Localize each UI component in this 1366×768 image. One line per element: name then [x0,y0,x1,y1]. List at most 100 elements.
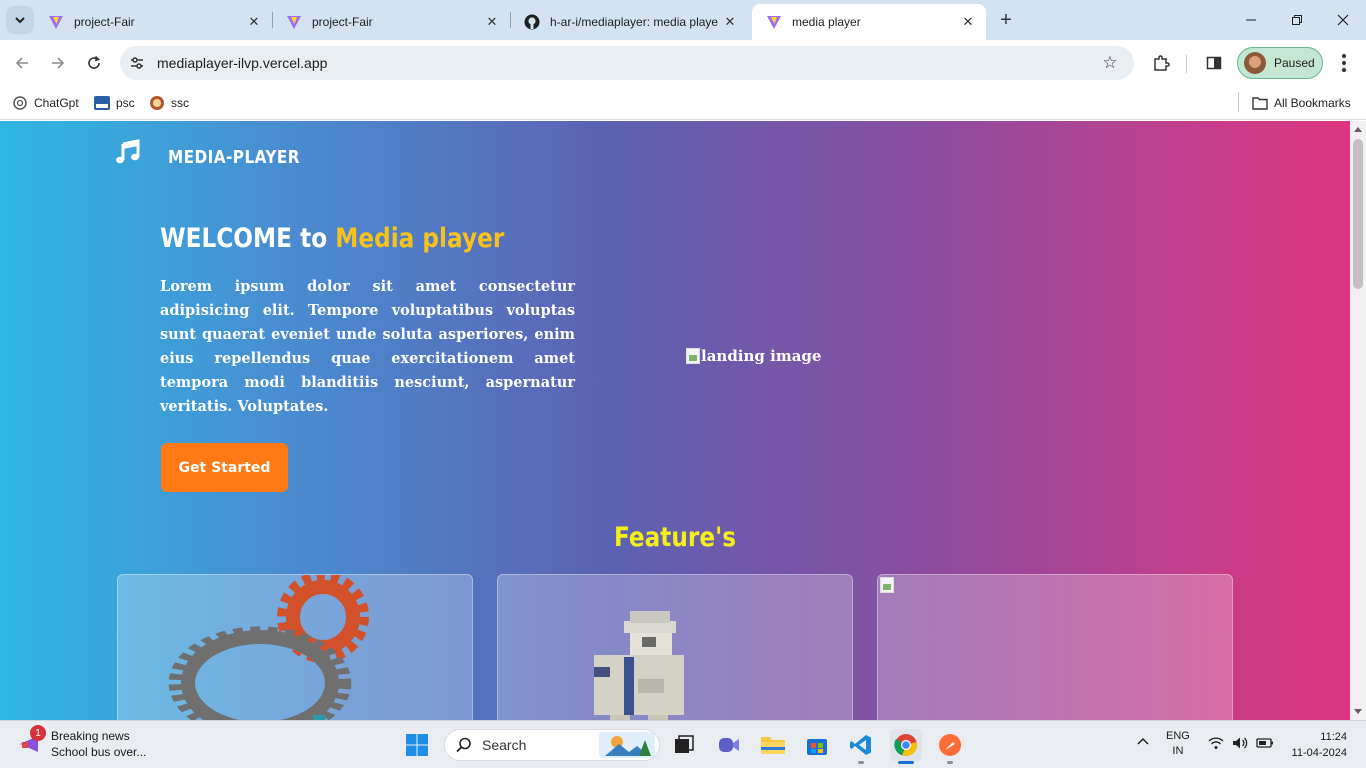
folder-icon [1252,95,1268,111]
toolbar-divider [1186,55,1187,73]
feature-card-1[interactable] [117,574,473,720]
site-settings-icon[interactable] [126,52,148,74]
tab-1[interactable]: project-Fair ✕ [34,4,272,40]
landing-image: landing image [686,347,821,365]
page-scrollbar[interactable] [1350,121,1366,720]
minimize-button[interactable] [1228,0,1274,40]
chevron-down-icon [15,17,25,24]
postman-icon [939,734,961,756]
extensions-icon[interactable] [1149,51,1173,75]
music-note-icon[interactable] [114,138,142,166]
tab-title: project-Fair [312,15,373,29]
feature-card-2[interactable] [497,574,853,720]
tab-3[interactable]: h-ar-i/mediaplayer: media playe ✕ [510,4,748,40]
bookmark-psc[interactable]: psc [94,92,135,114]
taskbar-search[interactable]: Search [444,729,660,761]
side-panel-icon[interactable] [1202,51,1226,75]
vscode-button[interactable] [845,729,877,761]
page-viewport: MEDIA-PLAYER WELCOME to Media player Lor… [0,121,1350,720]
store-icon [807,739,827,755]
close-icon[interactable]: ✕ [722,14,738,30]
search-icon [456,737,471,753]
clock-date: 11-04-2024 [1291,747,1347,759]
browser-menu-icon[interactable] [1332,51,1356,75]
broken-image-icon [880,577,894,593]
close-icon[interactable]: ✕ [246,14,262,30]
system-tray-icons[interactable] [1208,736,1274,750]
profile-button[interactable]: Paused [1237,47,1323,79]
task-view-button[interactable] [668,729,700,761]
running-indicator [947,761,953,764]
file-explorer-button[interactable] [757,729,789,761]
avatar [1244,52,1266,74]
bookmark-label: ChatGpt [34,96,79,110]
battery-icon [1256,738,1273,748]
plus-icon: + [1000,8,1012,31]
tab-search-button[interactable] [6,6,34,34]
clock-time: 11:24 [1320,731,1347,743]
psc-icon [94,95,110,111]
clock[interactable]: 11:24 11-04-2024 [1287,729,1347,761]
new-tab-button[interactable]: + [994,8,1018,32]
landing-image-alt: landing image [701,347,822,365]
hero-title: WELCOME to Media player [160,223,504,254]
all-bookmarks-label: All Bookmarks [1274,96,1351,110]
feature-card-3[interactable] [877,574,1233,720]
bookmark-label: ssc [171,96,189,110]
back-button[interactable] [8,49,36,77]
features-heading-text: Feature's [613,522,737,553]
close-icon[interactable]: ✕ [960,14,976,30]
chrome-button[interactable] [890,729,922,761]
get-started-button[interactable]: Get Started [161,443,288,492]
vite-icon [49,16,63,29]
language-indicator[interactable]: ENG IN [1166,729,1190,759]
store-button[interactable] [801,729,833,761]
chatgpt-icon [12,95,28,111]
scrollbar-thumb[interactable] [1353,139,1363,289]
bookmark-ssc[interactable]: ssc [149,92,189,114]
search-label: Search [482,737,527,753]
bookmark-label: psc [116,96,135,110]
tray-overflow-icon[interactable] [1136,735,1150,752]
pixel-character-image [594,611,684,720]
restore-icon [1292,15,1302,25]
reload-button[interactable] [80,49,108,77]
brand-logo-text[interactable]: MEDIA-PLAYER [168,147,300,168]
vite-icon [287,16,301,29]
close-icon[interactable]: ✕ [484,14,500,30]
bookmark-chatgpt[interactable]: ChatGpt [12,92,79,114]
wifi-icon [1208,737,1224,749]
tab-4-active[interactable]: media player ✕ [752,4,986,40]
hero-description: Lorem ipsum dolor sit amet consectetur a… [160,278,575,415]
url-text[interactable]: mediaplayer-ilvp.vercel.app [157,55,1096,71]
search-highlight-illustration [599,732,655,758]
bookmark-star-icon[interactable]: ☆ [1096,49,1124,77]
forward-button[interactable] [44,49,72,77]
chrome-icon [894,734,917,757]
start-button[interactable] [401,729,433,761]
tab-title: project-Fair [74,15,135,29]
postman-button[interactable] [934,729,966,761]
news-subtitle: School bus over... [51,745,147,759]
task-view-icon [675,735,694,753]
address-bar[interactable]: mediaplayer-ilvp.vercel.app ☆ [120,46,1134,80]
all-bookmarks-button[interactable]: All Bookmarks [1252,92,1351,114]
vite-icon [767,16,781,29]
news-icon: 1 [18,725,46,756]
tab-strip: project-Fair ✕ project-Fair ✕ h-ar-i/med… [0,0,1366,40]
news-widget[interactable]: 1 Breaking news School bus over... [18,725,147,760]
bookmarks-divider [1238,92,1239,112]
close-window-button[interactable] [1320,0,1366,40]
arrow-left-icon [15,57,28,69]
tab-title: media player [792,15,861,29]
scroll-down-icon[interactable] [1354,709,1362,714]
profile-status: Paused [1274,56,1315,70]
folder-icon [761,737,785,754]
reload-icon [88,55,101,69]
scroll-up-icon[interactable] [1354,127,1362,132]
tab-2[interactable]: project-Fair ✕ [272,4,510,40]
restore-button[interactable] [1274,0,1320,40]
meet-app-button[interactable] [713,729,745,761]
close-icon [1337,14,1349,26]
ssc-icon [149,95,165,111]
